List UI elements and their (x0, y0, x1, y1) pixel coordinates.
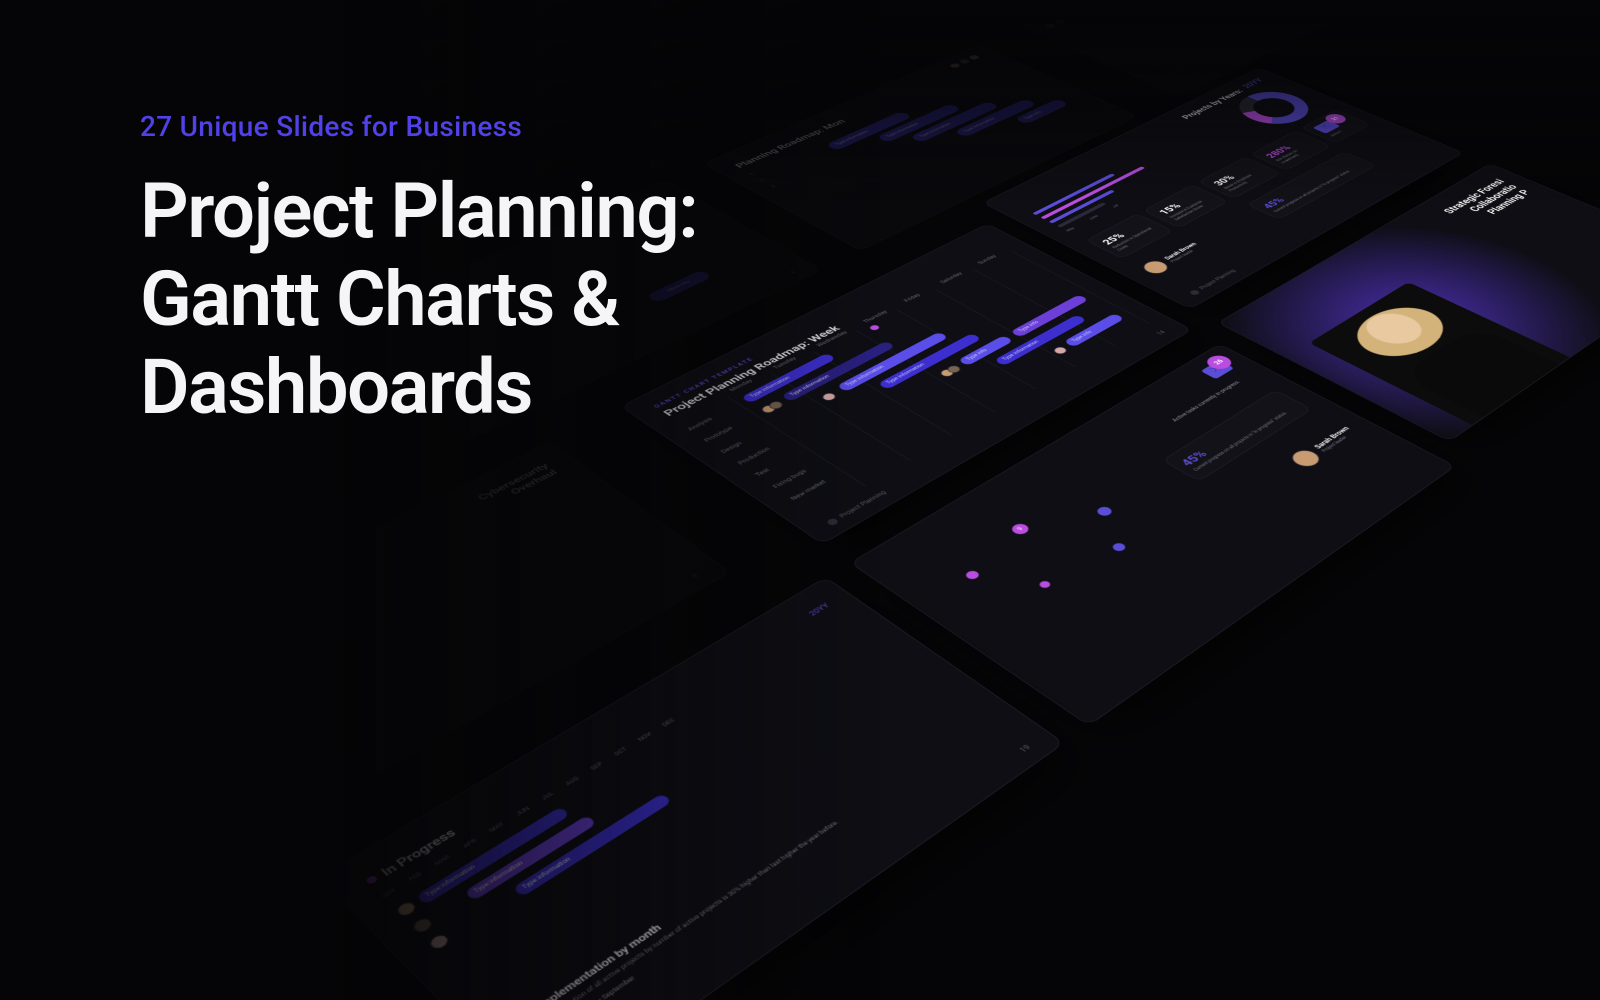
avatar (427, 932, 452, 951)
hero-tagline: 27 Unique Slides for Business (140, 110, 920, 143)
hero-title: Project Planning: Gantt Charts & Dashboa… (140, 167, 920, 431)
avatar (1043, 23, 1057, 29)
avatar (1139, 258, 1173, 276)
status-dot (364, 874, 378, 884)
dashboard-year: 20YY (1240, 77, 1265, 89)
metric-progress: 45% Current progress on all projects in … (1162, 390, 1312, 482)
avatar (410, 916, 435, 935)
dashboard-title: Projects by Years: (1180, 88, 1246, 120)
person-photo (1309, 282, 1570, 425)
metric-card: 25% Reduction in Operational Costs (1086, 213, 1174, 258)
avatar (394, 900, 419, 919)
avatar (1286, 447, 1325, 470)
slide-dim-grid (1020, 0, 1400, 96)
hero: 27 Unique Slides for Business Project Pl… (140, 110, 920, 431)
